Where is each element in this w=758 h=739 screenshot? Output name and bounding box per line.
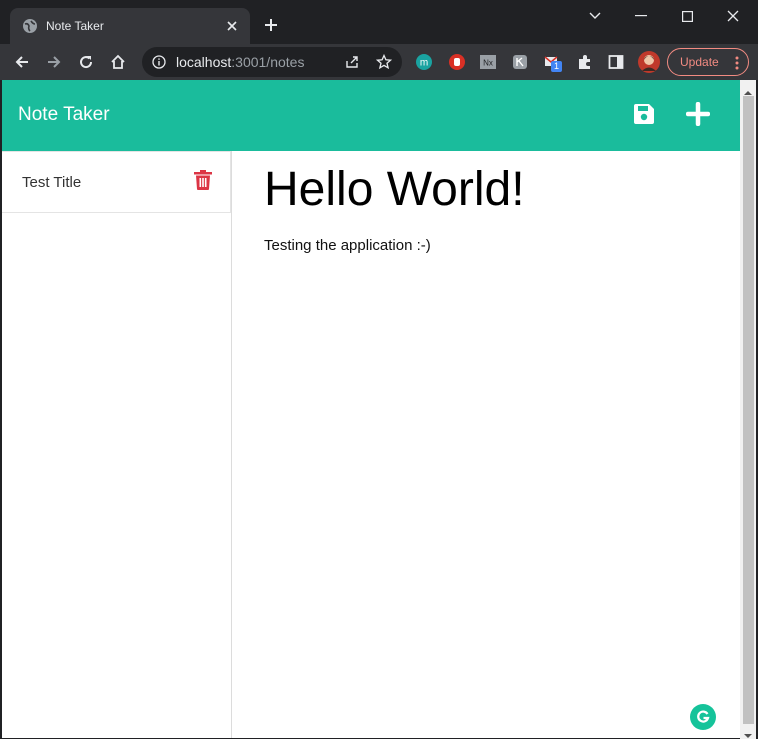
extensions-puzzle-icon[interactable] xyxy=(575,52,595,72)
plus-icon[interactable] xyxy=(684,100,712,128)
note-list-title[interactable]: Test Title xyxy=(22,174,81,191)
extension-grey-icon[interactable] xyxy=(510,52,530,72)
note-title[interactable]: Hello World! xyxy=(264,161,724,219)
profile-avatar[interactable] xyxy=(637,50,661,74)
svg-text:Nx: Nx xyxy=(483,59,493,68)
svg-text:m: m xyxy=(420,58,428,69)
url-path: :3001/notes xyxy=(231,54,305,70)
notes-sidebar: Test Title xyxy=(2,151,232,738)
browser-tab[interactable]: Note Taker xyxy=(10,8,250,44)
extension-hand-icon[interactable] xyxy=(447,52,467,72)
maximize-button[interactable] xyxy=(664,0,710,32)
new-tab-button[interactable] xyxy=(260,14,282,36)
site-info-icon[interactable] xyxy=(152,55,166,69)
scroll-down-icon[interactable] xyxy=(744,727,752,738)
note-text[interactable]: Testing the application :-) xyxy=(264,237,724,254)
update-label: Update xyxy=(680,55,719,69)
extension-m-icon[interactable]: m xyxy=(414,52,434,72)
close-tab-icon[interactable] xyxy=(224,18,240,34)
browser-tab-strip: Note Taker xyxy=(0,0,758,44)
page-viewport: Note Taker Test Title Hello World! Testi… xyxy=(2,80,740,738)
reload-button[interactable] xyxy=(72,48,100,76)
tab-title: Note Taker xyxy=(46,19,104,33)
app-navbar: Note Taker xyxy=(2,80,740,151)
trash-icon[interactable] xyxy=(194,170,212,190)
extension-nx-icon[interactable]: Nx xyxy=(478,52,498,72)
back-button[interactable] xyxy=(8,48,36,76)
grammarly-icon[interactable] xyxy=(690,704,716,730)
home-button[interactable] xyxy=(104,48,132,76)
tab-search-icon[interactable] xyxy=(572,0,618,32)
scrollbar-thumb[interactable] xyxy=(743,96,754,724)
bookmark-star-icon[interactable] xyxy=(376,54,392,70)
globe-icon xyxy=(22,18,38,34)
menu-dots-icon[interactable] xyxy=(735,55,739,74)
share-icon[interactable] xyxy=(344,54,360,70)
browser-toolbar: localhost:3001/notes m Nx 1 Update xyxy=(0,44,758,80)
app-brand[interactable]: Note Taker xyxy=(18,104,110,126)
save-icon[interactable] xyxy=(630,100,658,128)
side-panel-icon[interactable] xyxy=(606,52,626,72)
forward-button[interactable] xyxy=(40,48,68,76)
page-scrollbar[interactable] xyxy=(740,80,756,739)
note-list-item[interactable]: Test Title xyxy=(2,151,231,213)
url-host: localhost xyxy=(176,54,232,70)
note-editor: Hello World! Testing the application :-) xyxy=(264,151,724,254)
extension-badge-icon[interactable]: 1 xyxy=(542,52,562,72)
scroll-up-icon[interactable] xyxy=(744,84,752,95)
address-bar[interactable]: localhost:3001/notes xyxy=(142,47,402,77)
close-window-button[interactable] xyxy=(710,0,756,32)
minimize-button[interactable] xyxy=(618,0,664,32)
extension-badge-count: 1 xyxy=(551,61,562,72)
update-button[interactable]: Update xyxy=(667,48,749,76)
